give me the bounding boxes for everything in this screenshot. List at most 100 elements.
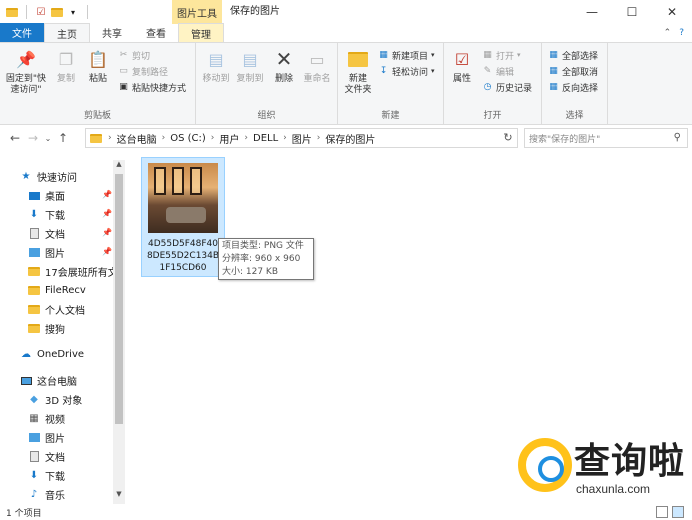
forward-arrow-icon[interactable]: →	[24, 131, 42, 145]
copy-button[interactable]: ❐ 复制	[52, 47, 80, 85]
back-arrow-icon[interactable]: ←	[6, 131, 24, 145]
pin-quick-access-button[interactable]: 📌 固定到"快速访问"	[4, 47, 48, 96]
ribbon: 📌 固定到"快速访问" ❐ 复制 📋 粘贴 ✂ 剪切 ▭ 复制路径 ▣ 粘贴快捷…	[0, 43, 692, 125]
clipboard-group-label: 剪贴板	[83, 111, 111, 121]
tab-file[interactable]: 文件	[0, 23, 44, 42]
new-item-button[interactable]: ▦ 新建项目 ▾	[378, 48, 434, 62]
tab-share[interactable]: 共享	[90, 23, 134, 42]
pin-icon[interactable]: 📌	[102, 190, 112, 199]
download-icon: ⬇	[29, 209, 39, 220]
desktop-icon	[28, 190, 40, 202]
breadcrumb-drive[interactable]: OS (C:)	[167, 133, 209, 144]
sidebar-item-pc-pictures[interactable]: 图片	[28, 428, 65, 447]
file-name: 4D55D5F48F40 8DE55D2C134B 1F15CD60	[146, 239, 220, 273]
help-icon[interactable]: ?	[679, 28, 684, 38]
customize-qa-chevron-icon[interactable]: ▾	[67, 6, 79, 18]
music-icon: ♪	[30, 489, 38, 500]
rename-button[interactable]: ▭ 重命名	[300, 47, 334, 85]
sidebar-item-music[interactable]: ♪ 音乐	[28, 485, 65, 500]
tab-manage[interactable]: 管理	[178, 23, 224, 42]
sidebar-item-filerecv[interactable]: FileRecv	[28, 281, 86, 300]
sidebar-scrollbar[interactable]: ▲ ▼	[113, 160, 125, 504]
copy-to-button[interactable]: ▤ 复制到	[234, 47, 266, 85]
sidebar-item-quick-access[interactable]: ★ 快速访问	[20, 167, 77, 186]
new-folder-icon	[346, 47, 370, 71]
close-button[interactable]: ✕	[652, 0, 692, 24]
copy-path-button[interactable]: ▭ 复制路径	[118, 64, 168, 78]
sidebar-item-videos[interactable]: ▦ 视频	[28, 409, 65, 428]
breadcrumb-pictures[interactable]: 图片	[289, 131, 315, 146]
delete-button[interactable]: ✕ 删除	[270, 47, 298, 85]
move-to-button[interactable]: ▤ 移动到	[200, 47, 232, 85]
properties-button[interactable]: ☑ 属性	[448, 47, 476, 85]
sidebar-item-pictures[interactable]: 图片	[28, 243, 65, 262]
computer-icon	[20, 375, 32, 387]
sidebar-item-pc-downloads[interactable]: ⬇ 下载	[28, 466, 65, 485]
pin-icon[interactable]: 📌	[102, 247, 112, 256]
open-icon: ▦	[483, 50, 492, 60]
sidebar-item-sogou[interactable]: 搜狗	[28, 319, 65, 338]
maximize-button[interactable]: ☐	[612, 0, 652, 24]
select-none-button[interactable]: ▦ 全部取消	[548, 64, 598, 78]
recent-locations-chevron-icon[interactable]: ⌄	[42, 134, 54, 143]
sidebar-item-downloads[interactable]: ⬇ 下载	[28, 205, 65, 224]
breadcrumb-dell[interactable]: DELL	[250, 133, 281, 144]
sidebar-item-personal-docs[interactable]: 个人文档	[28, 300, 85, 319]
search-input[interactable]: 搜索"保存的图片" ⚲	[524, 128, 688, 148]
organize-group: ▤ 移动到 ▤ 复制到 ✕ 删除 ▭ 重命名 组织	[196, 43, 338, 125]
properties-qa-icon[interactable]: ☑	[35, 6, 47, 18]
select-all-icon: ▦	[549, 50, 558, 60]
select-none-icon: ▦	[549, 66, 558, 76]
copy-path-icon: ▭	[119, 66, 128, 76]
minimize-button[interactable]: —	[572, 0, 612, 24]
3d-objects-icon: ◆	[30, 394, 38, 405]
sidebar-item-documents[interactable]: 文档	[28, 224, 65, 243]
cut-button[interactable]: ✂ 剪切	[118, 48, 150, 62]
search-icon: ⚲	[673, 132, 681, 143]
sidebar-item-folder-17[interactable]: 17会展班所有文	[28, 262, 118, 281]
collapse-ribbon-icon[interactable]: ⌃	[664, 28, 672, 38]
download-icon: ⬇	[29, 470, 39, 481]
edit-icon: ✎	[483, 66, 492, 76]
scroll-thumb[interactable]	[115, 174, 123, 424]
move-to-icon: ▤	[208, 49, 224, 69]
edit-button[interactable]: ✎ 编辑	[482, 64, 514, 78]
file-tile[interactable]: 4D55D5F48F40 8DE55D2C134B 1F15CD60	[141, 157, 225, 277]
scroll-up-icon[interactable]: ▲	[113, 160, 125, 172]
new-item-icon: ▦	[379, 50, 388, 60]
tab-home[interactable]: 主页	[44, 23, 90, 42]
new-folder-button[interactable]: 新建 文件夹	[342, 47, 374, 96]
select-all-button[interactable]: ▦ 全部选择	[548, 48, 598, 62]
breadcrumb-this-pc[interactable]: 这台电脑	[114, 131, 160, 146]
history-button[interactable]: ◷ 历史记录	[482, 80, 532, 94]
pin-icon[interactable]: 📌	[102, 209, 112, 218]
new-folder-qa-icon[interactable]	[51, 6, 63, 18]
up-arrow-icon[interactable]: ↑	[54, 131, 72, 145]
large-icons-view-icon[interactable]	[672, 506, 684, 518]
file-info-tooltip: 项目类型: PNG 文件 分辨率: 960 x 960 大小: 127 KB	[218, 238, 314, 280]
watermark-text: 查询啦	[574, 441, 686, 482]
breadcrumb-users[interactable]: 用户	[216, 131, 242, 146]
copy-to-icon: ▤	[242, 49, 258, 69]
sidebar-item-pc-documents[interactable]: 文档	[28, 447, 65, 466]
sidebar-item-desktop[interactable]: 桌面	[28, 186, 65, 205]
address-bar[interactable]: › 这台电脑 › OS (C:) › 用户 › DELL › 图片 › 保存的图…	[85, 128, 518, 148]
breadcrumb-saved-pictures[interactable]: 保存的图片	[322, 131, 378, 146]
easy-access-button[interactable]: ↧ 轻松访问 ▾	[378, 64, 435, 78]
select-group-label: 选择	[565, 111, 584, 121]
pin-icon[interactable]: 📌	[102, 228, 112, 237]
details-view-icon[interactable]	[656, 506, 668, 518]
quick-access-toolbar: ☑ ▾	[0, 0, 92, 24]
open-button[interactable]: ▦ 打开 ▾	[482, 48, 520, 62]
scroll-down-icon[interactable]: ▼	[113, 490, 125, 502]
paste-icon: 📋	[88, 49, 108, 69]
sidebar-item-this-pc[interactable]: 这台电脑	[20, 371, 77, 390]
refresh-icon[interactable]: ↻	[501, 131, 515, 145]
sidebar-item-onedrive[interactable]: ☁ OneDrive	[20, 345, 84, 364]
paste-button[interactable]: 📋 粘贴	[84, 47, 112, 85]
sidebar-item-3d-objects[interactable]: ◆ 3D 对象	[28, 390, 82, 409]
delete-x-icon: ✕	[275, 46, 293, 71]
tab-view[interactable]: 查看	[134, 23, 178, 42]
invert-selection-button[interactable]: ▦ 反向选择	[548, 80, 598, 94]
paste-shortcut-button[interactable]: ▣ 粘贴快捷方式	[118, 80, 186, 94]
